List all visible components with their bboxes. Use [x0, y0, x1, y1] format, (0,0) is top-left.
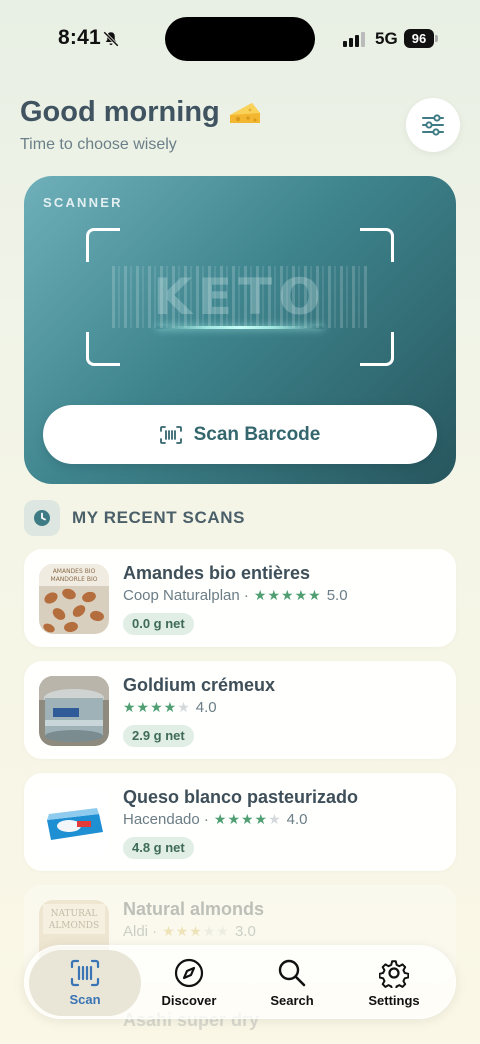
product-image-queso: [39, 788, 109, 858]
scan-list-item[interactable]: AMANDES BIO MANDORLE BIO Amandes bio ent…: [24, 549, 456, 647]
scanner-label: SCANNER: [43, 195, 123, 210]
barcode-scan-icon: [70, 959, 100, 987]
tab-settings[interactable]: Settings: [338, 950, 450, 1016]
bell-slash-icon: [103, 31, 119, 47]
product-name: Amandes bio entières: [123, 563, 311, 583]
battery-tip: [435, 35, 438, 42]
svg-text:AMANDES BIO: AMANDES BIO: [53, 568, 96, 575]
scan-viewfinder[interactable]: KETO: [86, 228, 394, 366]
rating-stars: ★★★★★: [253, 587, 322, 604]
keto-watermark: KETO: [153, 268, 327, 326]
barcode-icon: [159, 425, 182, 444]
net-carbs-badge: 0.0 g net: [123, 613, 194, 635]
clock-icon: [24, 500, 60, 536]
product-image-almonds: AMANDES BIO MANDORLE BIO: [39, 564, 109, 634]
product-name: Queso blanco pasteurizado: [123, 787, 359, 807]
tab-bar: Scan Discover Search Settings: [24, 945, 456, 1019]
scan-button-label: Scan Barcode: [193, 423, 321, 445]
net-carbs-badge: 4.8 g net: [123, 837, 194, 859]
rating-value: 3.0: [234, 923, 256, 940]
battery-icon: 96: [404, 29, 434, 48]
meta-separator: ·: [199, 811, 209, 828]
network-type: 5G: [375, 29, 398, 48]
product-image-goldium: [39, 676, 109, 746]
svg-text:MANDORLE BIO: MANDORLE BIO: [51, 576, 98, 583]
scanner-card: SCANNER KETO Scan Barcode: [24, 176, 456, 484]
tab-scan[interactable]: Scan: [29, 950, 141, 1016]
product-brand: Hacendado: [123, 811, 200, 828]
gear-icon: [379, 960, 409, 988]
scan-barcode-button[interactable]: Scan Barcode: [43, 405, 437, 464]
viewfinder-corner: [360, 228, 394, 262]
product-name: Natural almonds: [123, 899, 265, 919]
signal-icon: [343, 31, 367, 47]
rating-stars: ★★★★★: [162, 923, 230, 940]
product-name: Goldium crémeux: [123, 675, 276, 695]
tab-discover[interactable]: Discover: [133, 950, 245, 1016]
viewfinder-corner: [86, 332, 120, 366]
status-bar: 8:41 5G 96: [0, 0, 480, 78]
viewfinder-corner: [360, 332, 394, 366]
rating-stars: ★★★★★: [213, 811, 282, 828]
meta-separator: ·: [148, 923, 158, 940]
scan-list-item[interactable]: Goldium crémeux ★★★★★ 4.0 2.9 g net: [24, 661, 456, 759]
rating-value: 5.0: [326, 587, 348, 604]
svg-text:ALMONDS: ALMONDS: [48, 921, 99, 931]
tab-search[interactable]: Search: [236, 950, 348, 1016]
scan-list-item[interactable]: Queso blanco pasteurizado Hacendado · ★★…: [24, 773, 456, 871]
greeting-subtitle: Time to choose wisely: [20, 136, 177, 153]
product-brand: Aldi: [123, 923, 149, 940]
product-meta: Coop Naturalplan · ★★★★★ 5.0: [123, 587, 348, 604]
meta-separator: ·: [239, 587, 249, 604]
scan-line: [156, 326, 324, 329]
cheese-icon: [229, 102, 260, 123]
compass-icon: [174, 958, 204, 988]
status-time: 8:41: [58, 26, 101, 49]
filter-button[interactable]: [406, 98, 460, 152]
product-meta: Aldi · ★★★★★ 3.0: [123, 923, 256, 940]
tab-label: Search: [270, 993, 314, 1008]
product-meta: Hacendado · ★★★★★ 4.0: [123, 811, 308, 828]
rating-value: 4.0: [195, 699, 217, 716]
tab-label: Scan: [69, 992, 101, 1007]
dynamic-island: [165, 17, 315, 61]
product-brand: Coop Naturalplan: [123, 587, 240, 604]
product-meta: ★★★★★ 4.0: [123, 699, 217, 716]
greeting-title: Good morning: [20, 96, 262, 129]
search-icon: [278, 959, 306, 987]
tab-label: Discover: [161, 993, 217, 1008]
recent-scans-title: MY RECENT SCANS: [72, 508, 246, 527]
net-carbs-badge: 2.9 g net: [123, 725, 194, 747]
greeting-text: Good morning: [20, 96, 220, 128]
rating-stars: ★★★★★: [123, 699, 191, 716]
svg-text:NATURAL: NATURAL: [51, 909, 98, 919]
rating-value: 4.0: [286, 811, 308, 828]
recent-scans-header: MY RECENT SCANS: [24, 500, 245, 536]
tab-label: Settings: [368, 993, 420, 1008]
viewfinder-corner: [86, 228, 120, 262]
sliders-icon: [422, 114, 444, 136]
